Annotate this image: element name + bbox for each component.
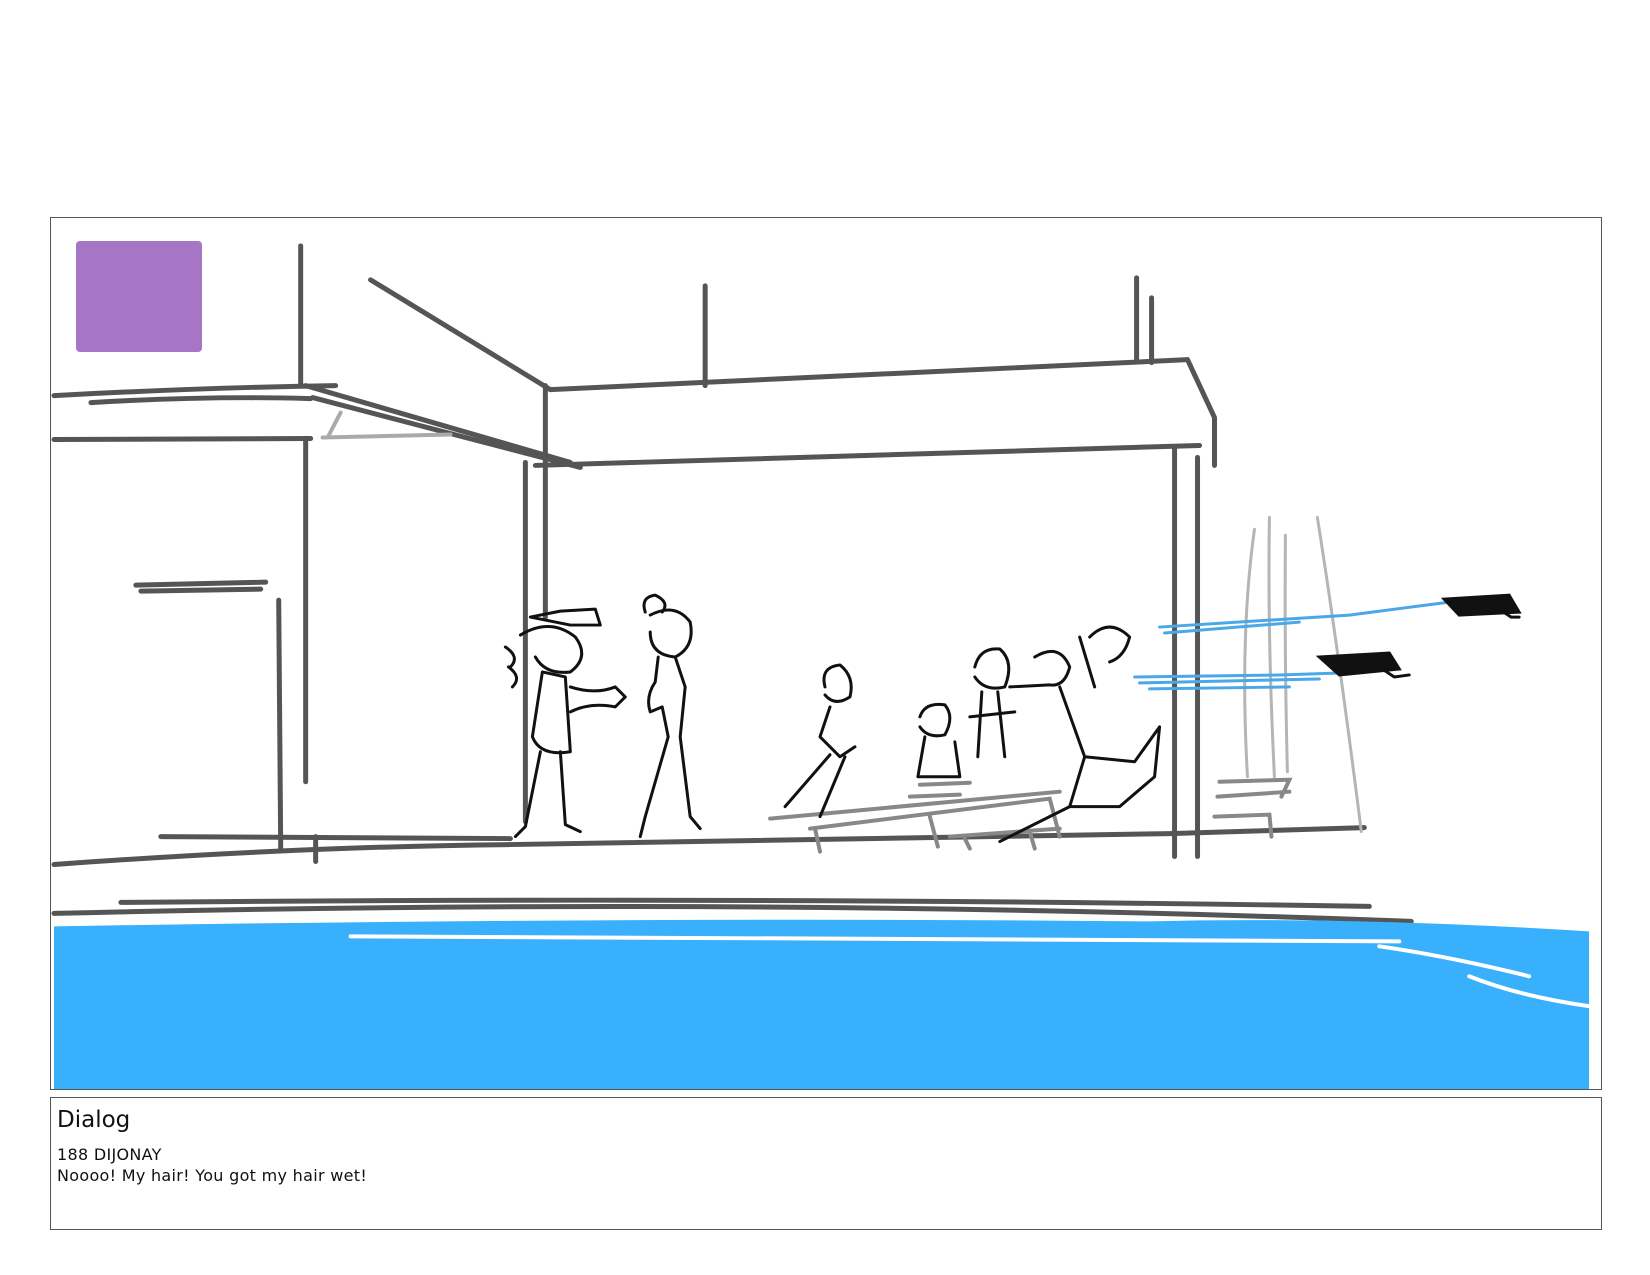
characters-sketch: [503, 593, 1162, 844]
dialog-speaker: 188 DIJONAY: [57, 1145, 162, 1164]
building-sketch: [51, 243, 1414, 924]
dialog-box: Dialog 188 DIJONAY Noooo! My hair! You g…: [50, 1097, 1602, 1230]
storyboard-panel: [50, 217, 1602, 1090]
panel-sketch: [51, 243, 1592, 1089]
pool-water: [53, 919, 1590, 1089]
dialog-text: Noooo! My hair! You got my hair wet!: [57, 1166, 368, 1185]
dialog-heading: Dialog: [57, 1107, 131, 1133]
